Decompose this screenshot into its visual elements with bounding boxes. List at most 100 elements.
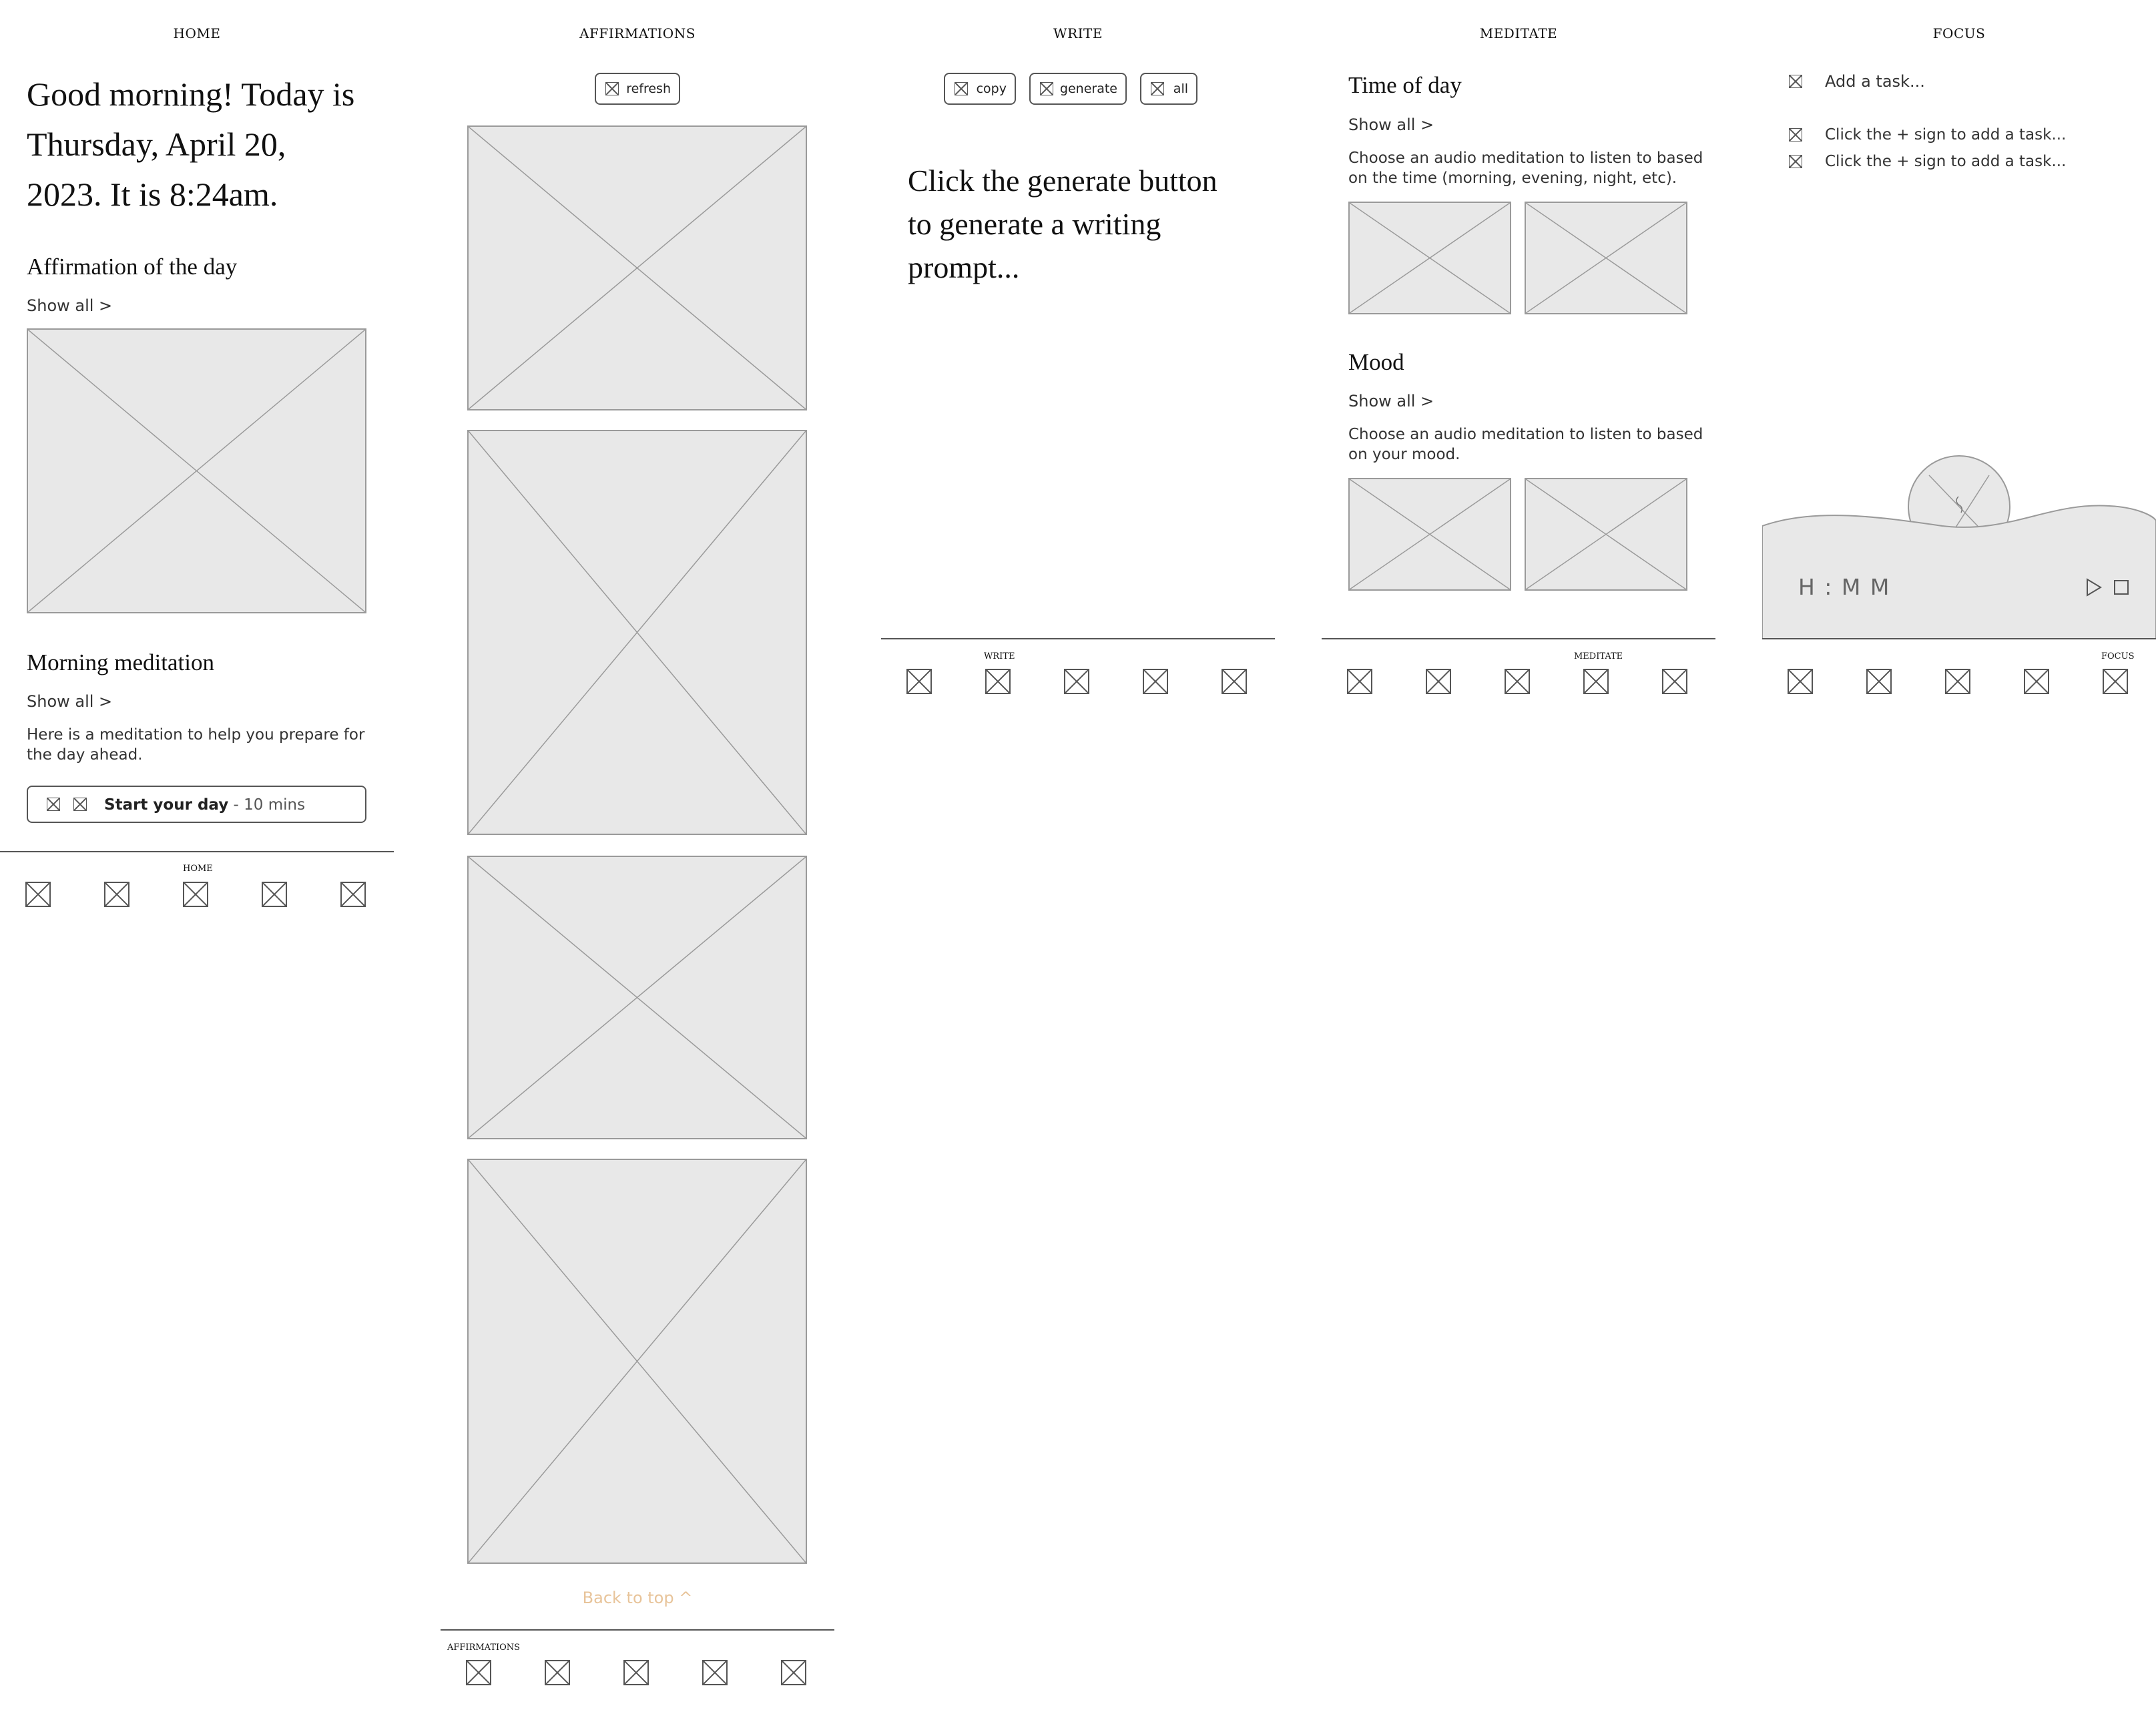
nav-divider — [881, 638, 1275, 639]
play-icon[interactable] — [2085, 578, 2103, 597]
nav-focus-icon[interactable] — [2103, 669, 2128, 694]
affirmation-card — [467, 430, 807, 835]
nav-meditate-icon[interactable] — [262, 882, 287, 907]
nav-home-icon[interactable] — [1347, 669, 1372, 694]
description-line: on your mood. — [1348, 446, 1460, 463]
nav-home-icon[interactable] — [25, 882, 51, 907]
nav-affirmations-icon[interactable] — [985, 669, 1011, 694]
affirmation-image-placeholder — [27, 328, 366, 613]
description-line: Here is a meditation to help you prepare… — [27, 726, 365, 744]
nav-affirmations-icon[interactable] — [545, 1660, 570, 1685]
screen-title: FOCUS — [1932, 25, 1986, 41]
time-meditation-card[interactable] — [1348, 202, 1511, 314]
refresh-button[interactable]: refresh — [595, 73, 680, 105]
affirmation-show-all-link[interactable]: Show all > — [27, 296, 112, 316]
all-label: all — [1173, 81, 1188, 96]
nav-affirmations-icon[interactable] — [104, 882, 129, 907]
nav-active-label: MEDITATE — [1574, 651, 1623, 661]
nav-active-label: WRITE — [984, 651, 1015, 661]
nav-divider — [1762, 638, 2156, 639]
task-checkbox-icon[interactable] — [1789, 155, 1802, 168]
meditation-heading: Morning meditation — [27, 649, 214, 675]
nav-affirmations-icon[interactable] — [1426, 669, 1451, 694]
nav-affirmations-icon[interactable] — [1866, 669, 1892, 694]
generate-button[interactable]: generate — [1029, 73, 1127, 105]
nav-meditate-icon[interactable] — [1143, 669, 1168, 694]
add-task-icon[interactable] — [1789, 75, 1802, 88]
time-of-day-heading: Time of day — [1348, 72, 1462, 98]
affirmation-card — [467, 856, 807, 1139]
screen-title: AFFIRMATIONS — [579, 25, 696, 41]
nav-write-icon[interactable] — [623, 1660, 649, 1685]
write-screen: WRITE copy generate all Click the genera… — [881, 0, 1275, 707]
nav-home-icon[interactable] — [466, 1660, 491, 1685]
nav-meditate-icon[interactable] — [1583, 669, 1609, 694]
greeting-line: 2023. It is 8:24am. — [27, 176, 278, 213]
time-show-all-link[interactable]: Show all > — [1348, 115, 1434, 135]
affirmations-screen: AFFIRMATIONS refresh Back to top ^ AFFIR… — [441, 0, 834, 1712]
nav-focus-icon[interactable] — [1662, 669, 1687, 694]
start-your-day-button[interactable]: Start your day - 10 mins — [27, 786, 366, 823]
nav-meditate-icon[interactable] — [702, 1660, 728, 1685]
writing-prompt-text: Click the generate button to generate a … — [908, 159, 1218, 289]
focus-screen: FOCUS Add a task... Click the + sign to … — [1762, 0, 2156, 707]
mood-meditation-card[interactable] — [1525, 478, 1687, 591]
screen-title: WRITE — [1053, 25, 1103, 41]
nav-focus-icon[interactable] — [781, 1660, 806, 1685]
affirmation-card — [467, 1159, 807, 1564]
prompt-line: to generate a writing — [908, 207, 1161, 241]
refresh-label: refresh — [626, 81, 671, 96]
headphones-icon — [73, 798, 87, 811]
greeting-text: Good morning! Today is Thursday, April 2… — [27, 69, 354, 220]
start-button-label: Start your day - 10 mins — [104, 796, 305, 814]
start-button-duration: - 10 mins — [228, 796, 306, 814]
task-item[interactable]: Click the + sign to add a task... — [1825, 125, 2066, 145]
nav-divider — [441, 1629, 834, 1631]
time-meditation-card[interactable] — [1525, 202, 1687, 314]
meditation-description: Here is a meditation to help you prepare… — [27, 725, 364, 765]
mood-meditation-card[interactable] — [1348, 478, 1511, 591]
screen-title: MEDITATE — [1479, 25, 1558, 41]
list-icon — [1151, 82, 1164, 95]
all-button[interactable]: all — [1140, 73, 1197, 105]
nav-home-icon[interactable] — [906, 669, 932, 694]
description-line: Choose an audio meditation to listen to … — [1348, 150, 1703, 167]
task-checkbox-icon[interactable] — [1789, 128, 1802, 141]
nav-write-icon[interactable] — [1064, 669, 1089, 694]
nav-home-icon[interactable] — [1788, 669, 1813, 694]
mood-heading: Mood — [1348, 349, 1404, 375]
nav-focus-icon[interactable] — [340, 882, 366, 907]
prompt-line: prompt... — [908, 250, 1020, 284]
description-line: on the time (morning, evening, night, et… — [1348, 170, 1677, 187]
back-to-top-link[interactable]: Back to top ^ — [441, 1589, 834, 1607]
stop-icon[interactable] — [2113, 579, 2129, 595]
nav-meditate-icon[interactable] — [2024, 669, 2049, 694]
affirmation-heading: Affirmation of the day — [27, 254, 238, 280]
play-icon — [47, 798, 60, 811]
screen-title: HOME — [173, 25, 221, 41]
meditation-show-all-link[interactable]: Show all > — [27, 691, 112, 711]
nav-divider — [0, 851, 394, 852]
copy-icon — [955, 82, 968, 95]
task-item[interactable]: Click the + sign to add a task... — [1825, 152, 2066, 172]
nav-active-label: AFFIRMATIONS — [447, 1643, 521, 1653]
nav-write-icon[interactable] — [1505, 669, 1530, 694]
affirmation-card — [467, 125, 807, 410]
nav-active-label: HOME — [183, 864, 213, 874]
prompt-line: Click the generate button — [908, 164, 1218, 198]
description-line: Choose an audio meditation to listen to … — [1348, 426, 1703, 443]
copy-button[interactable]: copy — [944, 73, 1016, 105]
mood-show-all-link[interactable]: Show all > — [1348, 391, 1434, 411]
nav-write-icon[interactable] — [183, 882, 208, 907]
greeting-line: Good morning! Today is — [27, 75, 355, 113]
timer-display: H : M M — [1798, 574, 1891, 600]
nav-active-label: FOCUS — [2101, 651, 2135, 661]
nav-focus-icon[interactable] — [1222, 669, 1247, 694]
home-screen: HOME Good morning! Today is Thursday, Ap… — [0, 0, 394, 921]
add-task-input[interactable]: Add a task... — [1825, 71, 1925, 91]
nav-divider — [1322, 638, 1715, 639]
generate-label: generate — [1059, 81, 1117, 96]
nav-write-icon[interactable] — [1945, 669, 1970, 694]
start-button-title: Start your day — [104, 796, 229, 814]
meditate-screen: MEDITATE Time of day Show all > Choose a… — [1322, 0, 1715, 707]
